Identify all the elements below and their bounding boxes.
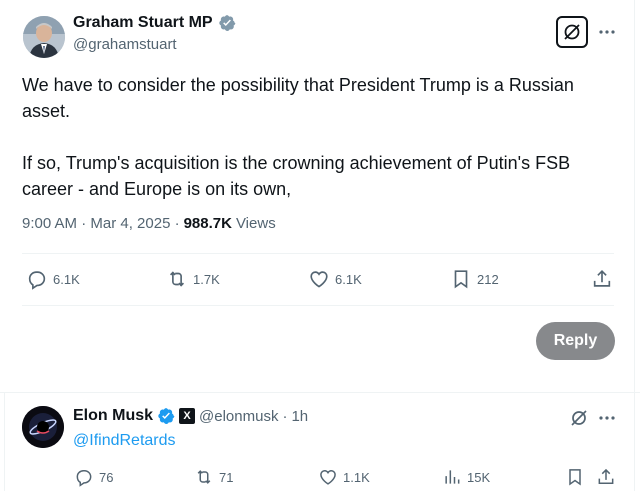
reply-reply-action[interactable]: 76 xyxy=(74,465,113,489)
bookmark-icon xyxy=(569,469,581,486)
grok-icon xyxy=(571,410,587,426)
author-block: Graham Stuart MP @grahamstuart xyxy=(73,14,236,53)
verified-badge-icon[interactable] xyxy=(157,407,175,425)
reply-actions: 76 71 1.1K 15K xyxy=(72,465,620,489)
reply-share-action[interactable] xyxy=(596,465,616,489)
x-logo-icon[interactable]: X xyxy=(179,408,196,424)
bookmark-count: 212 xyxy=(477,271,499,287)
share-action[interactable] xyxy=(591,264,613,294)
views-count: 988.7K xyxy=(183,215,232,232)
reply-time[interactable]: 1h xyxy=(291,408,308,425)
post-actions: 6.1K 1.7K 6.1K 212 xyxy=(22,264,618,294)
post-meta: 9:00 AM · Mar 4, 2025 · 988.7K Views xyxy=(22,215,276,232)
main-post: Graham Stuart MP @grahamstuart We have t… xyxy=(0,0,640,392)
bookmark-icon xyxy=(454,270,468,289)
share-icon xyxy=(598,468,614,484)
post-text: We have to consider the possibility that… xyxy=(22,75,574,199)
like-icon xyxy=(310,271,328,288)
reply-repost-action[interactable]: 71 xyxy=(194,465,233,489)
reply-author-name[interactable]: Elon Musk xyxy=(73,407,153,425)
divider-bottom xyxy=(22,305,614,306)
share-icon xyxy=(593,270,611,287)
reply-count: 6.1K xyxy=(53,271,80,287)
repost-action[interactable]: 1.7K xyxy=(166,264,220,294)
more-icon xyxy=(599,30,615,34)
like-count: 6.1K xyxy=(335,271,362,287)
author-avatar[interactable] xyxy=(23,16,65,58)
views-icon xyxy=(445,470,460,484)
bookmark-action[interactable]: 212 xyxy=(450,264,499,294)
reply-icon xyxy=(28,271,46,290)
reply-repost-count: 71 xyxy=(219,469,234,485)
repost-count: 1.7K xyxy=(193,271,220,287)
grok-button[interactable] xyxy=(556,16,588,48)
reply-grok-button[interactable] xyxy=(569,408,589,428)
author-name[interactable]: Graham Stuart MP xyxy=(73,14,213,32)
reply-views-count: 15K xyxy=(467,469,491,485)
reply-author-handle[interactable]: @elonmusk xyxy=(199,408,278,425)
views-label: Views xyxy=(235,215,276,232)
more-button[interactable] xyxy=(597,22,617,42)
like-action[interactable]: 6.1K xyxy=(308,264,362,294)
reply-more-button[interactable] xyxy=(597,408,617,428)
reply-header: Elon Musk X @elonmusk · 1h xyxy=(73,407,308,425)
reply-post[interactable]: Elon Musk X @elonmusk · 1h @IfindRetards… xyxy=(0,393,640,491)
reply-action[interactable]: 6.1K xyxy=(26,264,80,294)
like-icon xyxy=(320,469,336,485)
grok-icon xyxy=(564,24,580,40)
repost-icon xyxy=(169,271,185,287)
reply-bookmark-action[interactable] xyxy=(565,465,585,489)
verified-badge-icon[interactable] xyxy=(218,14,236,32)
reply-views-action[interactable]: 15K xyxy=(442,465,490,489)
reply-reply-count: 76 xyxy=(99,469,114,485)
reply-button[interactable]: Reply xyxy=(536,322,615,360)
divider-top xyxy=(22,253,614,254)
post-timestamp[interactable]: 9:00 AM · Mar 4, 2025 · xyxy=(22,215,180,232)
reply-author-avatar[interactable] xyxy=(22,406,64,448)
reply-icon xyxy=(76,470,92,487)
reply-text[interactable]: @IfindRetards xyxy=(73,432,176,450)
reply-separator: · xyxy=(282,407,288,425)
reply-like-action[interactable]: 1.1K xyxy=(318,465,370,489)
more-icon xyxy=(599,416,615,420)
repost-icon xyxy=(197,470,211,484)
author-handle[interactable]: @grahamstuart xyxy=(73,36,236,53)
reply-like-count: 1.1K xyxy=(343,469,370,485)
